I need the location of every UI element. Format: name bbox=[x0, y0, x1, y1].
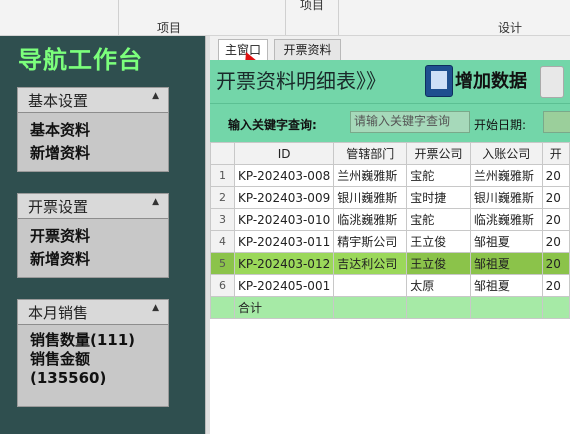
sales-quantity[interactable]: 销售数量(111) bbox=[30, 331, 156, 350]
start-date-label: 开始日期: bbox=[474, 118, 527, 132]
row-number[interactable]: 6 bbox=[210, 274, 235, 297]
ribbon: 项目 项目 设计 bbox=[0, 0, 570, 36]
cell-department[interactable]: 吉达利公司 bbox=[333, 252, 408, 275]
database-add-icon bbox=[425, 65, 453, 97]
cell-receiver[interactable]: 邹祖夏 bbox=[469, 252, 543, 275]
column-header-issuer[interactable]: 开票公司 bbox=[406, 142, 471, 165]
start-date-input[interactable] bbox=[543, 111, 570, 133]
table-row[interactable]: 2 KP-202403-009 银川巍雅斯 宝时捷 银川巍雅斯 20 bbox=[210, 186, 570, 209]
panel-header[interactable]: 开票设置 ▲ bbox=[18, 194, 168, 219]
panel-header[interactable]: 本月销售 ▲ bbox=[18, 300, 168, 325]
cell-receiver[interactable]: 兰州巍雅斯 bbox=[469, 164, 543, 187]
total-cell bbox=[406, 296, 471, 319]
collapse-arrow-icon[interactable]: ▲ bbox=[152, 197, 159, 207]
column-header-id[interactable]: ID bbox=[233, 142, 335, 165]
cell-issuer[interactable]: 宝舵 bbox=[406, 208, 471, 231]
column-header-date[interactable]: 开 bbox=[541, 142, 570, 165]
cell-id[interactable]: KP-202403-009 bbox=[233, 186, 335, 209]
row-number[interactable]: 2 bbox=[210, 186, 235, 209]
row-number-header[interactable] bbox=[210, 142, 235, 165]
row-number[interactable]: 4 bbox=[210, 230, 235, 253]
search-bar: 输入关键字查询: 请输入关键字查询 开始日期: bbox=[210, 103, 570, 142]
total-label: 合计 bbox=[233, 296, 335, 319]
cell-issuer[interactable]: 宝舵 bbox=[406, 164, 471, 187]
panel-monthly-sales: 本月销售 ▲ 销售数量(111) 销售金额 (135560) bbox=[17, 299, 169, 407]
cell-receiver[interactable]: 银川巍雅斯 bbox=[469, 186, 543, 209]
nav-title: 导航工作台 bbox=[18, 46, 143, 74]
ribbon-separator bbox=[285, 0, 286, 35]
cell-id[interactable]: KP-202403-010 bbox=[233, 208, 335, 231]
collapse-arrow-icon[interactable]: ▲ bbox=[152, 303, 159, 313]
cell-department[interactable] bbox=[333, 274, 408, 297]
cell-issuer[interactable]: 宝时捷 bbox=[406, 186, 471, 209]
panel-title: 本月销售 bbox=[28, 304, 89, 322]
ribbon-group-top-label: 项目 bbox=[300, 0, 325, 12]
table-row-selected[interactable]: 5 KP-202403-012 吉达利公司 王立俊 邹祖夏 20 bbox=[210, 252, 570, 275]
panel-basic-settings: 基本设置 ▲ 基本资料 新增资料 bbox=[17, 87, 169, 172]
row-number[interactable]: 5 bbox=[210, 252, 235, 275]
collapse-arrow-icon[interactable]: ▲ bbox=[152, 91, 159, 101]
panel-invoice-settings: 开票设置 ▲ 开票资料 新增资料 bbox=[17, 193, 169, 278]
panel-title: 基本设置 bbox=[28, 92, 89, 110]
search-input[interactable]: 请输入关键字查询 bbox=[350, 111, 470, 133]
table-row[interactable]: 6 KP-202405-001 太原 邹祖夏 20 bbox=[210, 274, 570, 297]
cell-department[interactable]: 银川巍雅斯 bbox=[333, 186, 408, 209]
sales-amount-value: (135560) bbox=[30, 369, 107, 387]
cell-date[interactable]: 20 bbox=[541, 252, 570, 275]
sales-amount-label[interactable]: 销售金额 bbox=[30, 350, 156, 369]
table-row[interactable]: 1 KP-202403-008 兰州巍雅斯 宝舵 兰州巍雅斯 20 bbox=[210, 164, 570, 187]
tab-invoice-info[interactable]: 开票资料 bbox=[274, 39, 341, 60]
table-total-row: 合计 bbox=[210, 296, 570, 319]
ribbon-group-label-project: 项目 bbox=[157, 21, 182, 35]
form-header: 开票资料明细表》》 增加数据 bbox=[210, 60, 570, 103]
ribbon-separator bbox=[118, 0, 119, 35]
row-number[interactable]: 1 bbox=[210, 164, 235, 187]
row-number[interactable]: 3 bbox=[210, 208, 235, 231]
table-row[interactable]: 3 KP-202403-010 临洮巍雅斯 宝舵 临洮巍雅斯 20 bbox=[210, 208, 570, 231]
navigation-pane: 导航工作台 基本设置 ▲ 基本资料 新增资料 开票设置 ▲ 开票资料 新增资料 … bbox=[0, 36, 205, 434]
total-cell bbox=[469, 296, 543, 319]
nav-item-invoice-info[interactable]: 开票资料 bbox=[30, 225, 156, 248]
total-cell bbox=[541, 296, 570, 319]
cell-issuer[interactable]: 王立俊 bbox=[406, 252, 471, 275]
cell-issuer[interactable]: 太原 bbox=[406, 274, 471, 297]
add-data-label: 增加数据 bbox=[455, 71, 527, 92]
cell-date[interactable]: 20 bbox=[541, 164, 570, 187]
table-header-row: ID 管辖部门 开票公司 入账公司 开 bbox=[210, 142, 570, 165]
cell-id[interactable]: KP-202405-001 bbox=[233, 274, 335, 297]
cell-department[interactable]: 临洮巍雅斯 bbox=[333, 208, 408, 231]
cell-issuer[interactable]: 王立俊 bbox=[406, 230, 471, 253]
cell-date[interactable]: 20 bbox=[541, 274, 570, 297]
ribbon-group-label-design: 设计 bbox=[498, 21, 523, 35]
cell-receiver[interactable]: 临洮巍雅斯 bbox=[469, 208, 543, 231]
cell-department[interactable]: 精宇斯公司 bbox=[333, 230, 408, 253]
cell-date[interactable]: 20 bbox=[541, 230, 570, 253]
column-header-receiver[interactable]: 入账公司 bbox=[469, 142, 543, 165]
invoice-table: ID 管辖部门 开票公司 入账公司 开 1 KP-202403-008 兰州巍雅… bbox=[210, 142, 570, 319]
nav-item-basic-info[interactable]: 基本资料 bbox=[30, 119, 156, 142]
column-header-department[interactable]: 管辖部门 bbox=[333, 142, 408, 165]
cell-id[interactable]: KP-202403-011 bbox=[233, 230, 335, 253]
cell-receiver[interactable]: 邹祖夏 bbox=[469, 274, 543, 297]
cell-department[interactable]: 兰州巍雅斯 bbox=[333, 164, 408, 187]
nav-item-add-info[interactable]: 新增资料 bbox=[30, 248, 156, 271]
main-form: 开票资料明细表》》 增加数据 输入关键字查询: 请输入关键字查询 开始日期: I… bbox=[210, 60, 570, 434]
cell-id[interactable]: KP-202403-012 bbox=[233, 252, 335, 275]
search-label: 输入关键字查询: bbox=[228, 118, 317, 132]
total-cell bbox=[333, 296, 408, 319]
cell-date[interactable]: 20 bbox=[541, 208, 570, 231]
row-number bbox=[210, 296, 235, 319]
cell-date[interactable]: 20 bbox=[541, 186, 570, 209]
stack-icon[interactable] bbox=[540, 66, 564, 98]
nav-item-add-info[interactable]: 新增资料 bbox=[30, 142, 156, 165]
cell-id[interactable]: KP-202403-008 bbox=[233, 164, 335, 187]
panel-header[interactable]: 基本设置 ▲ bbox=[18, 88, 168, 113]
cell-receiver[interactable]: 邹祖夏 bbox=[469, 230, 543, 253]
panel-title: 开票设置 bbox=[28, 198, 89, 216]
table-row[interactable]: 4 KP-202403-011 精宇斯公司 王立俊 邹祖夏 20 bbox=[210, 230, 570, 253]
ribbon-separator bbox=[338, 0, 339, 35]
form-title: 开票资料明细表》》 bbox=[216, 69, 386, 93]
